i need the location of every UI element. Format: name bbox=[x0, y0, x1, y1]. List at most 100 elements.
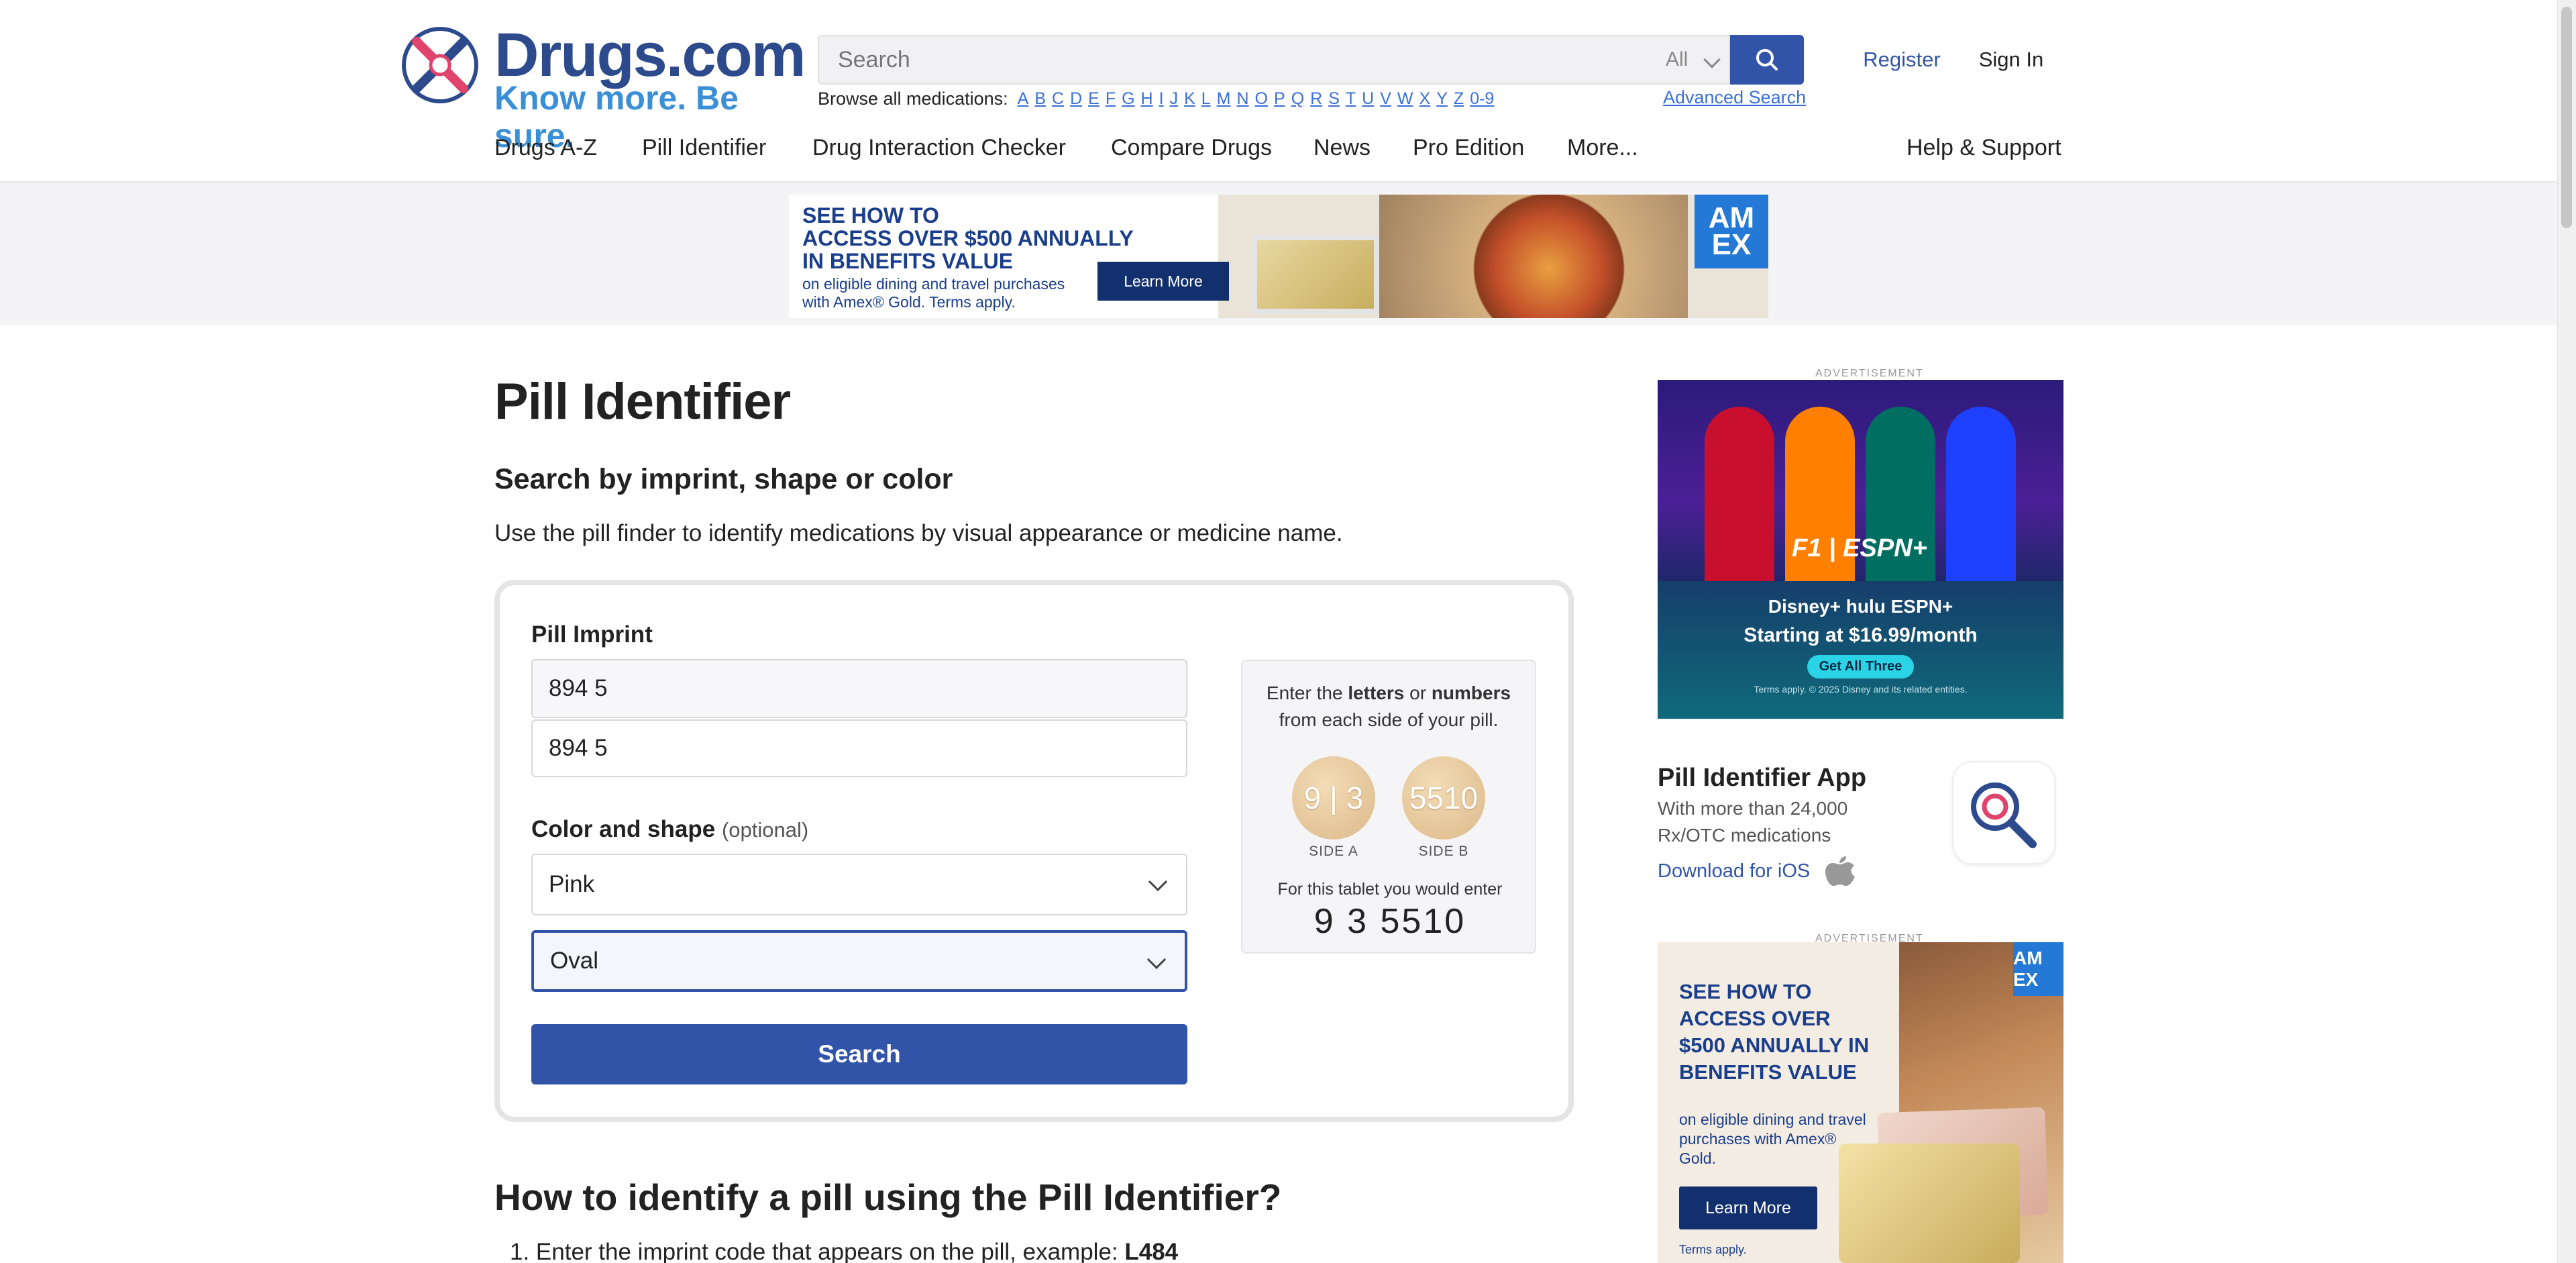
pill-identifier-app-icon[interactable] bbox=[1952, 761, 2055, 864]
hint-example-code: 9 3 5510 bbox=[1313, 902, 1466, 941]
nav-pill-identifier[interactable]: Pill Identifier bbox=[642, 114, 766, 181]
letter-link[interactable]: U bbox=[1362, 89, 1374, 109]
nav-more[interactable]: More... bbox=[1567, 114, 1638, 181]
ad-headline: SEE HOW TO bbox=[802, 203, 939, 228]
nav-compare-drugs[interactable]: Compare Drugs bbox=[1111, 114, 1272, 181]
hint-letters: letters bbox=[1348, 683, 1405, 703]
imprint-suggestion[interactable]: 894 5 bbox=[531, 719, 1187, 777]
color-shape-label: Color and shape (optional) bbox=[531, 816, 808, 843]
amex-sidebar-ad[interactable]: AM EX SEE HOW TO ACCESS OVER $500 ANNUAL… bbox=[1658, 942, 2063, 1263]
pill-side-a: 9 | 3 bbox=[1292, 756, 1375, 840]
get-all-three-button[interactable]: Get All Three bbox=[1807, 655, 1915, 678]
ad-learn-more-button[interactable]: Learn More bbox=[1679, 1186, 1817, 1229]
search-scope-select[interactable]: All bbox=[1658, 35, 1730, 85]
espn-sidebar-ad[interactable]: F1 | ESPN+ Disney+ hulu ESPN+ Starting a… bbox=[1658, 380, 2063, 719]
page: Drugs.com Know more. Be sure. All Browse… bbox=[0, 0, 2576, 1263]
nav-pro-edition[interactable]: Pro Edition bbox=[1413, 114, 1524, 181]
letter-link[interactable]: M bbox=[1217, 89, 1231, 109]
search-input[interactable] bbox=[818, 35, 1658, 85]
step-1-text: 1. Enter the imprint code that appears o… bbox=[510, 1239, 1125, 1263]
letter-link[interactable]: E bbox=[1088, 89, 1099, 109]
top-banner-ad[interactable]: SEE HOW TO ACCESS OVER $500 ANNUALLY IN … bbox=[789, 195, 1768, 318]
download-ios-link[interactable]: Download for iOS bbox=[1658, 860, 1810, 882]
ad-headline: SEE HOW TO ACCESS OVER $500 ANNUALLY IN … bbox=[1679, 980, 1870, 1084]
letter-link[interactable]: V bbox=[1380, 89, 1391, 109]
ad-learn-more-button[interactable]: Learn More bbox=[1097, 262, 1229, 301]
letter-link[interactable]: S bbox=[1328, 89, 1340, 109]
magnifier-icon bbox=[1971, 782, 2037, 848]
letter-link[interactable]: X bbox=[1419, 89, 1431, 109]
nav-news[interactable]: News bbox=[1313, 114, 1371, 181]
pill-side-b: 5510 bbox=[1402, 756, 1485, 840]
hint-footer: For this tablet you would enter bbox=[1277, 880, 1503, 899]
scrollbar-thumb[interactable] bbox=[2561, 7, 2572, 228]
letter-link[interactable]: P bbox=[1274, 89, 1285, 109]
letter-link[interactable]: L bbox=[1201, 89, 1211, 109]
imprint-input[interactable]: 894 5 bbox=[531, 659, 1187, 718]
letter-link[interactable]: Y bbox=[1436, 89, 1448, 109]
section-subtitle: Search by imprint, shape or color bbox=[494, 463, 953, 495]
chevron-down-icon bbox=[1146, 950, 1167, 970]
pizza-image bbox=[1379, 195, 1688, 318]
letter-link[interactable]: H bbox=[1141, 89, 1153, 109]
letter-link[interactable]: T bbox=[1346, 89, 1356, 109]
app-promo-title: Pill Identifier App bbox=[1658, 764, 1867, 792]
shape-select[interactable]: Oval bbox=[531, 930, 1187, 992]
shape-select-value: Oval bbox=[550, 948, 598, 974]
amex-card-image bbox=[1252, 235, 1379, 314]
letter-link[interactable]: 0-9 bbox=[1470, 89, 1494, 109]
color-shape-label-text: Color and shape bbox=[531, 816, 716, 842]
letter-link[interactable]: A bbox=[1018, 89, 1029, 109]
letter-link[interactable]: G bbox=[1122, 89, 1134, 109]
letter-link[interactable]: F bbox=[1106, 89, 1116, 109]
site-header: Drugs.com Know more. Be sure. All Browse… bbox=[0, 0, 2576, 183]
letter-link[interactable]: C bbox=[1052, 89, 1064, 109]
color-select[interactable]: Pink bbox=[531, 854, 1187, 915]
letter-link[interactable]: Z bbox=[1454, 89, 1464, 109]
letter-link[interactable]: B bbox=[1034, 89, 1046, 109]
letter-link[interactable]: K bbox=[1184, 89, 1195, 109]
nav-help-support[interactable]: Help & Support bbox=[1907, 114, 2061, 181]
apple-icon bbox=[1825, 856, 1855, 886]
ad-offer: Disney+ hulu ESPN+ Starting at $16.99/mo… bbox=[1658, 581, 2063, 719]
letter-link[interactable]: J bbox=[1170, 89, 1179, 109]
pill-search-button[interactable]: Search bbox=[531, 1024, 1187, 1084]
browse-medications: Browse all medications: A B C D E F G H … bbox=[818, 87, 1500, 110]
sign-in-link[interactable]: Sign In bbox=[1962, 35, 2060, 85]
hint-post: from each side of your pill. bbox=[1279, 709, 1499, 730]
page-title: Pill Identifier bbox=[494, 373, 791, 430]
hint-or: or bbox=[1404, 683, 1432, 703]
step-1-example: L484 bbox=[1124, 1239, 1179, 1263]
register-link[interactable]: Register bbox=[1849, 35, 1955, 85]
hint-pre: Enter the bbox=[1266, 683, 1348, 703]
letter-link[interactable]: W bbox=[1397, 89, 1413, 109]
advanced-search-link[interactable]: Advanced Search bbox=[1663, 87, 1806, 108]
hint-numbers: numbers bbox=[1431, 683, 1511, 703]
nav-drug-interaction-checker[interactable]: Drug Interaction Checker bbox=[812, 114, 1066, 181]
hint-text: Enter the letters or numbers from each s… bbox=[1242, 680, 1535, 734]
ad-terms: Terms apply. bbox=[1679, 1243, 1747, 1256]
search-icon bbox=[1756, 49, 1778, 70]
letter-link[interactable]: D bbox=[1070, 89, 1082, 109]
alphabet-links: A B C D E F G H I J K L M N O P Q R S T bbox=[1018, 89, 1501, 109]
howto-title: How to identify a pill using the Pill Id… bbox=[494, 1176, 1282, 1218]
imprint-hint-box: Enter the letters or numbers from each s… bbox=[1241, 660, 1536, 954]
chevron-down-icon bbox=[1703, 51, 1721, 68]
optional-label: (optional) bbox=[721, 818, 809, 842]
search-button[interactable] bbox=[1730, 35, 1804, 85]
letter-link[interactable]: I bbox=[1159, 89, 1164, 109]
app-promo-desc: With more than 24,000 Rx/OTC medications bbox=[1658, 798, 1848, 846]
letter-link[interactable]: R bbox=[1310, 89, 1322, 109]
side-a-label: SIDE A bbox=[1309, 844, 1358, 859]
letter-link[interactable]: Q bbox=[1291, 89, 1304, 109]
drugs-com-logo[interactable]: Drugs.com Know more. Be sure. bbox=[400, 21, 806, 154]
letter-link[interactable]: N bbox=[1236, 89, 1248, 109]
driver-figure bbox=[1705, 407, 1774, 581]
search-scope-value: All bbox=[1666, 48, 1688, 70]
ad-brand: F1 | ESPN+ bbox=[1792, 534, 1927, 562]
letter-link[interactable]: O bbox=[1255, 89, 1268, 109]
nav-drugs-a-z[interactable]: Drugs A-Z bbox=[494, 114, 597, 181]
browse-label: Browse all medications: bbox=[818, 88, 1008, 109]
ad-logos: Disney+ hulu ESPN+ bbox=[1768, 596, 1953, 617]
ad-headline: ACCESS OVER $500 ANNUALLY bbox=[802, 226, 1134, 250]
